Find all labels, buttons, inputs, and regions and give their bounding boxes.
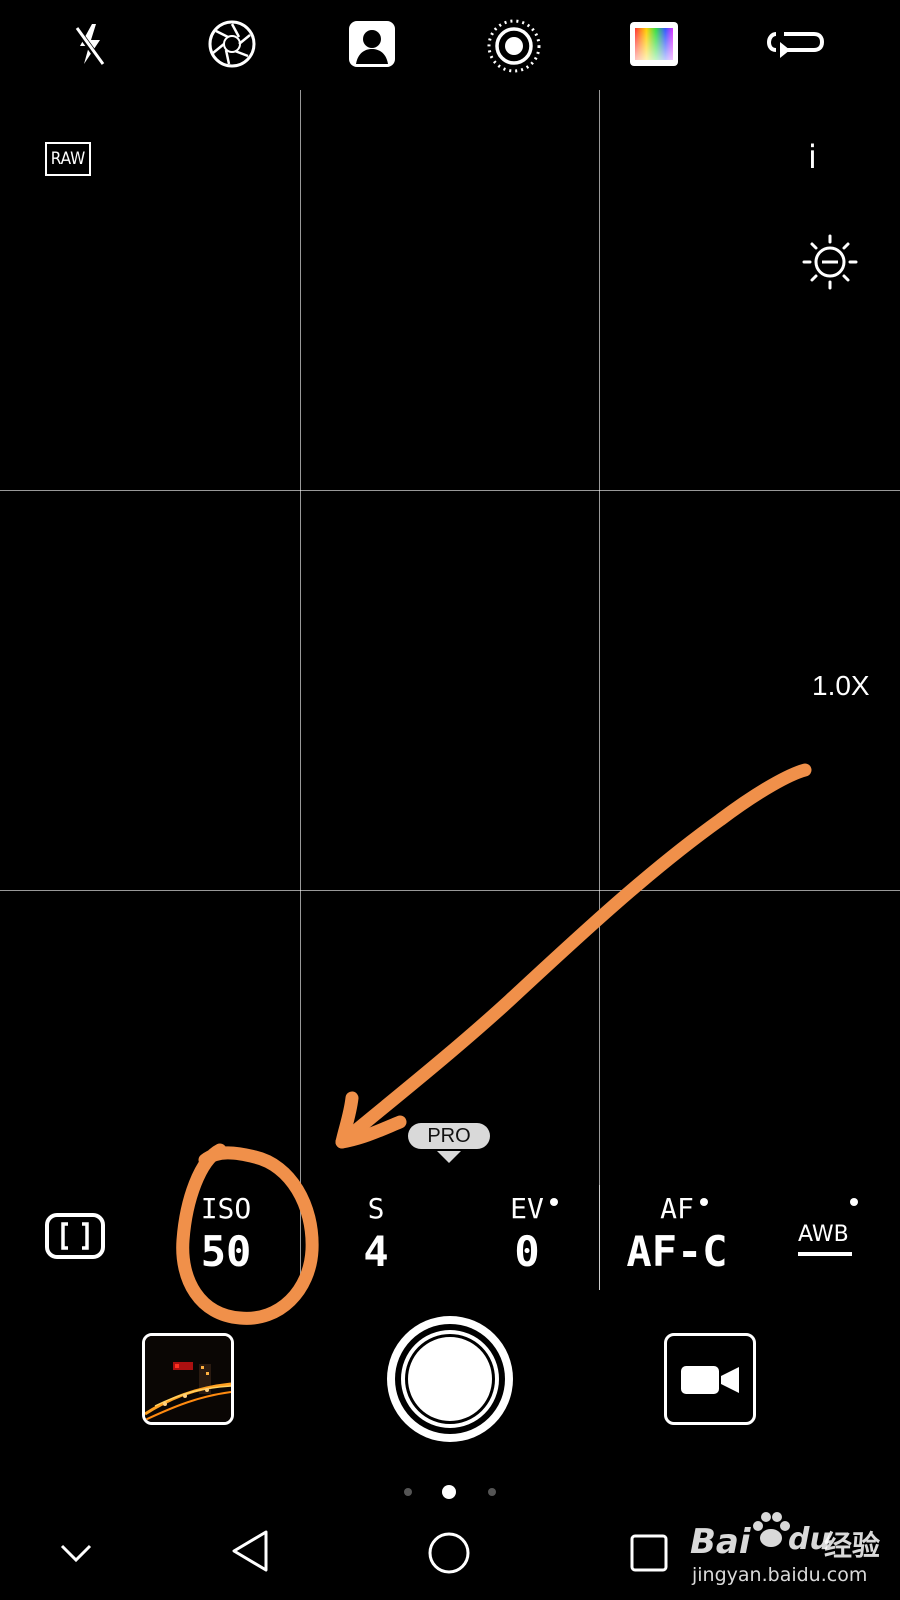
- shutter-speed-value: 4: [363, 1227, 389, 1276]
- af-control[interactable]: AF AF-C: [614, 1192, 740, 1276]
- af-value: AF-C: [626, 1227, 728, 1276]
- aperture-icon[interactable]: [206, 18, 258, 70]
- grid-line-vertical: [300, 90, 301, 1290]
- grid-line-horizontal: [0, 490, 900, 491]
- watermark-url: jingyan.baidu.com: [692, 1564, 868, 1586]
- portrait-icon[interactable]: [346, 18, 398, 70]
- grid-line-horizontal: [0, 890, 900, 891]
- shutter-speed-control[interactable]: S 4: [336, 1192, 416, 1276]
- ev-dot-indicator: [550, 1198, 558, 1206]
- af-label: AF: [660, 1192, 694, 1225]
- brightness-minus-icon[interactable]: [800, 232, 860, 296]
- chevron-down-icon[interactable]: [56, 1538, 96, 1570]
- pro-mode-pointer: [437, 1151, 461, 1163]
- iso-control[interactable]: ISO 50: [186, 1192, 266, 1276]
- gallery-thumbnail[interactable]: [142, 1333, 234, 1425]
- page-dot: [404, 1488, 412, 1496]
- iso-label: ISO: [200, 1192, 252, 1225]
- pro-mode-badge[interactable]: PRO: [408, 1123, 490, 1149]
- color-filter-icon[interactable]: [628, 18, 680, 70]
- zoom-level[interactable]: 1.0X: [812, 670, 870, 702]
- watermark-cn: 经验: [824, 1529, 881, 1562]
- iso-value: 50: [200, 1227, 252, 1276]
- live-photo-icon[interactable]: [486, 18, 541, 73]
- switch-camera-icon[interactable]: [766, 18, 825, 70]
- video-mode-button[interactable]: [664, 1333, 756, 1425]
- awb-dot-indicator: [850, 1198, 858, 1206]
- metering-mode-icon[interactable]: [44, 1212, 106, 1264]
- ev-value: 0: [514, 1227, 540, 1276]
- page-dot-active: [442, 1485, 456, 1499]
- annotation-arrow: [335, 763, 812, 1149]
- af-dot-indicator: [700, 1198, 708, 1206]
- watermark-brand: Bai: [690, 1522, 751, 1562]
- raw-toggle[interactable]: RAW: [45, 142, 91, 176]
- grid-line-vertical: [599, 90, 600, 1290]
- param-separator: [599, 1185, 600, 1290]
- info-button[interactable]: i: [808, 138, 817, 176]
- page-dot: [488, 1488, 496, 1496]
- home-icon[interactable]: [426, 1530, 472, 1580]
- ev-label: EV: [510, 1192, 544, 1225]
- awb-underline: [798, 1252, 852, 1256]
- back-icon[interactable]: [228, 1528, 272, 1578]
- shutter-speed-label: S: [367, 1192, 385, 1225]
- shutter-button[interactable]: [387, 1316, 513, 1442]
- flash-off-icon[interactable]: [64, 18, 116, 70]
- annotation-arrowhead: [335, 1091, 407, 1149]
- recents-icon[interactable]: [628, 1532, 670, 1578]
- video-camera-icon: [681, 1366, 739, 1394]
- baidu-watermark: Bai du 经验 jingyan.baidu.com: [690, 1500, 890, 1590]
- awb-button[interactable]: AWB: [798, 1222, 849, 1247]
